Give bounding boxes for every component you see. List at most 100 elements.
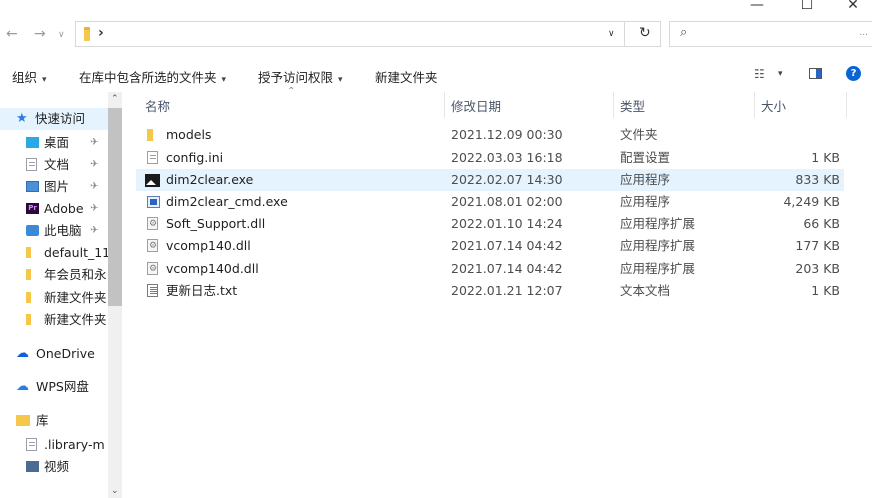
pin-icon[interactable]: ✈ bbox=[90, 198, 98, 220]
scroll-down-icon[interactable]: ⌄ bbox=[111, 486, 119, 496]
refresh-button[interactable]: ↻ bbox=[624, 21, 662, 47]
nav-library-item-label: .library-m bbox=[44, 437, 105, 452]
file-type: 文本文档 bbox=[620, 283, 671, 298]
organize-menu[interactable]: 组织 ▾ bbox=[12, 67, 47, 86]
nav-item-label: 图片 bbox=[44, 179, 70, 194]
search-input[interactable] bbox=[698, 22, 852, 46]
file-name: dim2clear_cmd.exe bbox=[166, 194, 288, 209]
file-size: 4,249 KB bbox=[783, 194, 840, 209]
file-date: 2021.12.09 00:30 bbox=[451, 127, 563, 142]
nav-library-videos[interactable]: 视频 bbox=[0, 456, 108, 478]
star-icon: ★ bbox=[16, 111, 28, 126]
file-type: 应用程序扩展 bbox=[620, 216, 696, 231]
path-separator: › bbox=[98, 25, 104, 41]
file-size: 177 KB bbox=[795, 238, 840, 253]
nav-item-folder[interactable]: default_11 bbox=[0, 242, 108, 264]
nav-onedrive[interactable]: ☁ OneDrive bbox=[0, 343, 108, 365]
file-row[interactable]: models 2021.12.09 00:30 文件夹 bbox=[136, 124, 844, 146]
help-icon[interactable]: ? bbox=[846, 66, 861, 81]
settings-file-icon bbox=[147, 151, 158, 164]
minimize-button[interactable]: — bbox=[742, 0, 772, 14]
file-date: 2022.01.10 14:24 bbox=[451, 216, 563, 231]
nav-library-item-label: 视频 bbox=[44, 459, 70, 474]
view-dropdown-caret-icon[interactable]: ▾ bbox=[778, 69, 783, 79]
file-type: 应用程序扩展 bbox=[620, 238, 696, 253]
file-row[interactable]: 更新日志.txt 2022.01.21 12:07 文本文档 1 KB bbox=[136, 280, 844, 302]
file-row[interactable]: Soft_Support.dll 2022.01.10 14:24 应用程序扩展… bbox=[136, 213, 844, 235]
application-icon bbox=[147, 196, 160, 208]
file-type: 应用程序 bbox=[620, 194, 671, 209]
preview-pane-icon[interactable] bbox=[809, 68, 822, 79]
column-header-size[interactable]: 大小 bbox=[761, 96, 786, 115]
adobe-premiere-icon: Pr bbox=[26, 203, 39, 214]
pin-icon[interactable]: ✈ bbox=[90, 220, 98, 242]
nav-item-adobe[interactable]: Pr Adobe ✈ bbox=[0, 198, 108, 220]
search-box[interactable]: ⌕ ... bbox=[669, 21, 872, 47]
include-in-library-menu[interactable]: 在库中包含所选的文件夹 ▾ bbox=[79, 67, 226, 86]
forward-arrow-icon[interactable]: → bbox=[34, 26, 46, 42]
nav-library[interactable]: 库 bbox=[0, 410, 108, 432]
text-file-icon bbox=[147, 284, 158, 297]
nav-library-label: 库 bbox=[36, 413, 49, 428]
nav-item-folder[interactable]: 新建文件夹 bbox=[0, 287, 108, 309]
nav-quick-access-label: 快速访问 bbox=[35, 111, 86, 126]
desktop-icon bbox=[26, 137, 39, 148]
file-size: 1 KB bbox=[811, 283, 840, 298]
caret-down-icon: ▾ bbox=[338, 75, 343, 85]
refresh-icon: ↻ bbox=[639, 25, 651, 41]
nav-item-documents[interactable]: 文档 ✈ bbox=[0, 154, 108, 176]
file-name: models bbox=[166, 127, 212, 142]
new-folder-button[interactable]: 新建文件夹 bbox=[375, 67, 438, 86]
file-row-selected[interactable]: dim2clear.exe 2022.02.07 14:30 应用程序 833 … bbox=[136, 169, 844, 191]
address-dropdown-chevron-icon[interactable]: ∨ bbox=[608, 29, 615, 39]
maximize-button[interactable]: ☐ bbox=[792, 0, 822, 14]
file-name: vcomp140.dll bbox=[166, 238, 251, 253]
nav-item-this-pc[interactable]: 此电脑 ✈ bbox=[0, 220, 108, 242]
scroll-up-icon[interactable]: ⌃ bbox=[111, 94, 119, 104]
column-divider[interactable] bbox=[754, 92, 755, 118]
nav-item-label: 此电脑 bbox=[44, 223, 82, 238]
view-options-icon[interactable]: ☷ bbox=[754, 67, 765, 81]
nav-library-item[interactable]: .library-m bbox=[0, 434, 108, 456]
column-divider[interactable] bbox=[846, 92, 847, 118]
share-with-menu[interactable]: 授予访问权限 ▾ bbox=[258, 67, 343, 86]
share-with-label: 授予访问权限 bbox=[258, 70, 334, 85]
nav-item-pictures[interactable]: 图片 ✈ bbox=[0, 176, 108, 198]
nav-scrollbar-thumb[interactable] bbox=[108, 108, 122, 306]
file-name: vcomp140d.dll bbox=[166, 261, 259, 276]
file-row[interactable]: vcomp140d.dll 2021.07.14 04:42 应用程序扩展 20… bbox=[136, 258, 844, 280]
column-divider[interactable] bbox=[444, 92, 445, 118]
sort-ascending-icon: ⌃ bbox=[287, 86, 296, 97]
pictures-icon bbox=[26, 181, 39, 192]
file-size: 833 KB bbox=[795, 172, 840, 187]
file-row[interactable]: vcomp140.dll 2021.07.14 04:42 应用程序扩展 177… bbox=[136, 235, 844, 257]
column-header-name[interactable]: 名称 bbox=[145, 96, 170, 115]
library-icon bbox=[16, 415, 30, 426]
nav-item-desktop[interactable]: 桌面 ✈ bbox=[0, 132, 108, 154]
nav-item-folder[interactable]: 新建文件夹 bbox=[0, 309, 108, 331]
file-date: 2021.07.14 04:42 bbox=[451, 261, 563, 276]
close-button[interactable]: ✕ bbox=[838, 0, 868, 14]
nav-wps[interactable]: ☁ WPS网盘 bbox=[0, 376, 108, 398]
column-divider[interactable] bbox=[613, 92, 614, 118]
pin-icon[interactable]: ✈ bbox=[90, 132, 98, 154]
file-size: 203 KB bbox=[795, 261, 840, 276]
file-name: Soft_Support.dll bbox=[166, 216, 266, 231]
file-size: 1 KB bbox=[811, 150, 840, 165]
pin-icon[interactable]: ✈ bbox=[90, 154, 98, 176]
file-type: 应用程序 bbox=[620, 172, 671, 187]
column-header-date[interactable]: 修改日期 bbox=[451, 96, 501, 115]
pin-icon[interactable]: ✈ bbox=[90, 176, 98, 198]
recent-locations-chevron-icon[interactable]: ∨ bbox=[58, 30, 65, 40]
back-arrow-icon[interactable]: ← bbox=[6, 26, 18, 42]
address-bar[interactable]: › ∨ bbox=[75, 21, 661, 47]
nav-quick-access[interactable]: ★ 快速访问 bbox=[0, 108, 108, 130]
dll-icon bbox=[147, 235, 158, 257]
folder-icon bbox=[26, 292, 31, 303]
nav-item-folder[interactable]: 年会员和永 bbox=[0, 264, 108, 286]
include-in-library-label: 在库中包含所选的文件夹 bbox=[79, 70, 217, 85]
file-row[interactable]: config.ini 2022.03.03 16:18 配置设置 1 KB bbox=[136, 147, 844, 169]
dll-icon bbox=[147, 258, 158, 280]
file-row[interactable]: dim2clear_cmd.exe 2021.08.01 02:00 应用程序 … bbox=[136, 191, 844, 213]
column-header-type[interactable]: 类型 bbox=[620, 96, 645, 115]
